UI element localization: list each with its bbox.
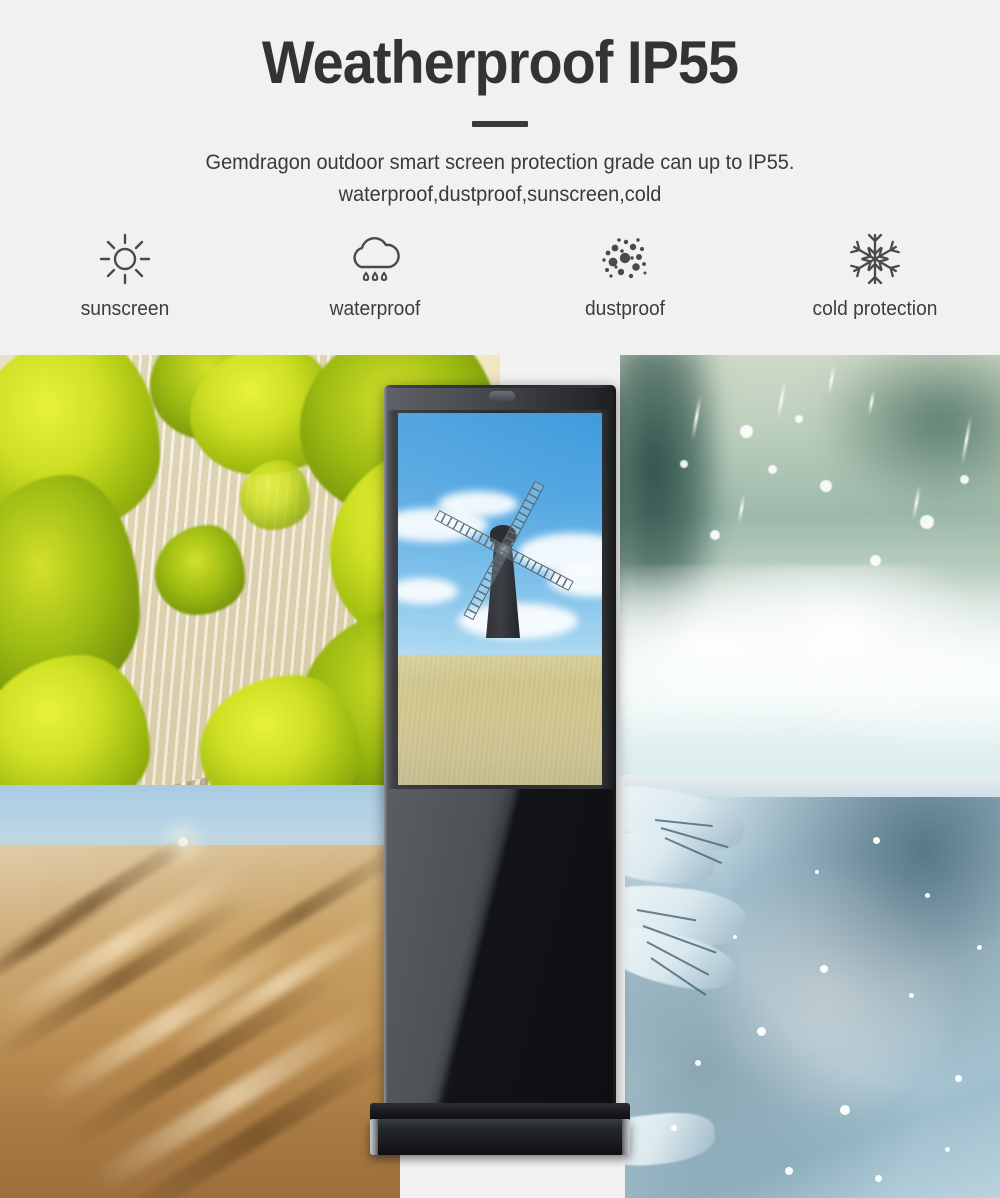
rain-cloud-icon [250, 228, 500, 290]
page-title: Weatherproof IP55 [261, 29, 739, 96]
feature-label-sunscreen: sunscreen [80, 298, 170, 320]
kiosk-lower-body [387, 789, 613, 1112]
feature-icon-row: sunscreen waterproof dustproof cold prot… [0, 228, 1000, 321]
snow-pine-branch-photo [625, 775, 1000, 1198]
feature-item-cold-protection: cold protection [750, 228, 1000, 321]
subtitle-line-2: waterproof,dustproof,sunscreen,cold [338, 183, 662, 206]
feature-item-sunscreen: sunscreen [0, 228, 250, 321]
feature-label-dustproof: dustproof [584, 298, 666, 320]
kiosk-display-screen[interactable] [398, 413, 602, 785]
kiosk-base-edge-right [622, 1119, 630, 1155]
sun-icon [0, 228, 250, 290]
feature-item-waterproof: waterproof [250, 228, 500, 321]
dust-particles-icon [500, 228, 750, 290]
sandstorm-dune-photo [0, 785, 400, 1198]
camera-sensor-icon [489, 391, 515, 402]
subtitle-text: Gemdragon outdoor smart screen protectio… [25, 147, 975, 211]
rain-splash-photo [620, 355, 1000, 775]
subtitle-line-1: Gemdragon outdoor smart screen protectio… [205, 151, 795, 174]
kiosk-base-edge-left [370, 1119, 378, 1155]
snowflake-icon [750, 228, 1000, 290]
kiosk-base [370, 1119, 630, 1155]
feature-label-waterproof: waterproof [329, 298, 421, 320]
feature-label-cold-protection: cold protection [812, 298, 938, 320]
feature-item-dustproof: dustproof [500, 228, 750, 321]
screen-wheat-field [398, 655, 602, 785]
outdoor-digital-signage-kiosk[interactable] [370, 385, 630, 1155]
title-divider [472, 121, 528, 127]
